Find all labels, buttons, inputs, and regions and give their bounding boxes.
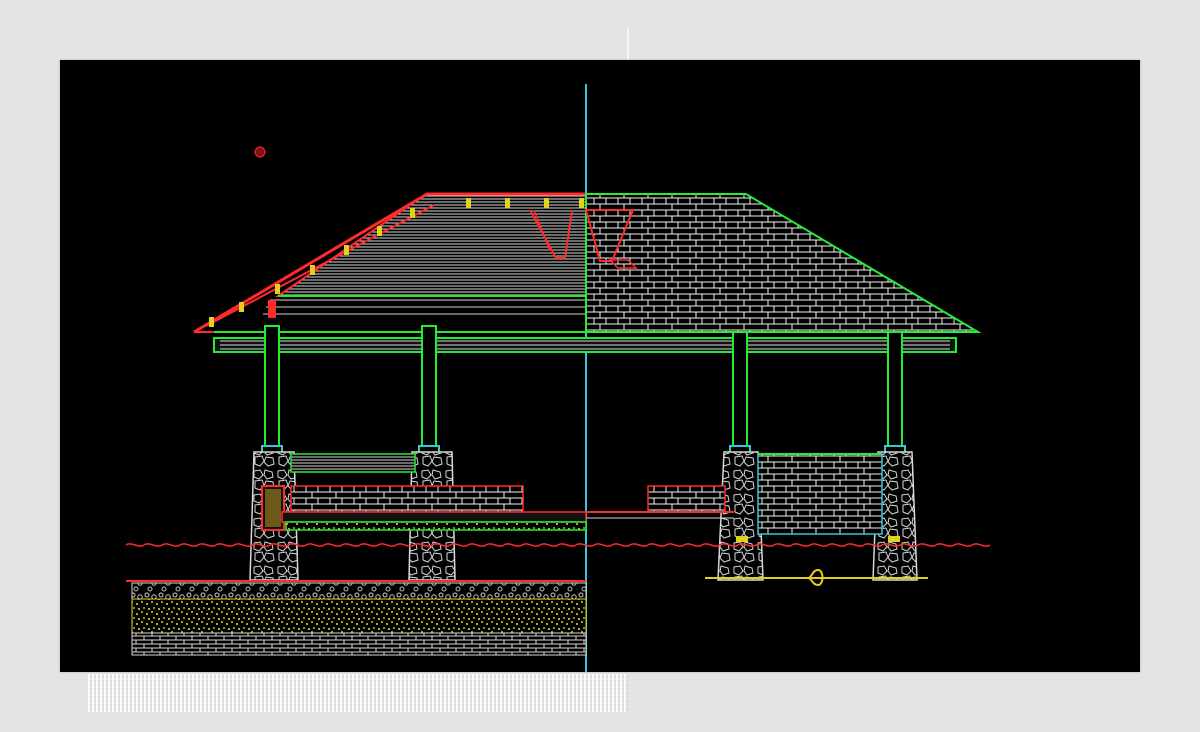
pavilion-drawing — [125, 84, 991, 672]
right-roof-elevation — [584, 193, 982, 333]
right-front-column — [884, 331, 906, 455]
right-rear-stone-base — [717, 451, 764, 581]
left-front-column — [261, 300, 283, 455]
drawing-mark — [254, 146, 266, 158]
left-roof-section — [193, 192, 587, 334]
background-texture-strip — [88, 674, 628, 712]
left-rear-column — [418, 325, 440, 455]
right-rear-column — [729, 331, 751, 455]
page — [0, 0, 1200, 732]
cad-canvas — [60, 60, 1140, 672]
background-guide-line — [627, 28, 629, 62]
